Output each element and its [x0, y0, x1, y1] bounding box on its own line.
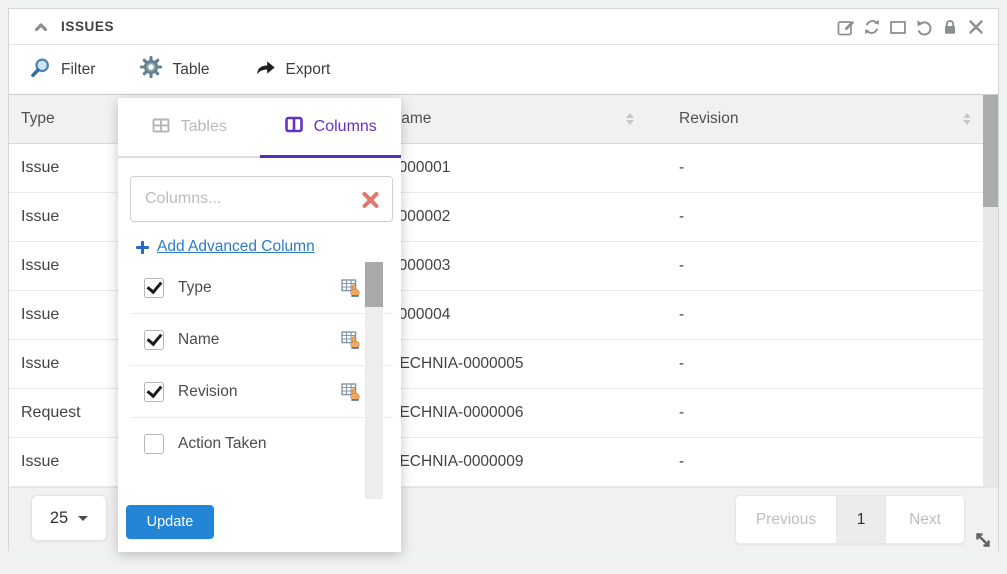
filter-label: Filter — [61, 61, 95, 79]
add-advanced-column-link[interactable]: Add Advanced Column — [136, 238, 393, 256]
issues-panel: ISSUES F — [8, 8, 999, 551]
column-item-label: Name — [178, 331, 219, 349]
export-button[interactable]: Export — [254, 57, 331, 83]
column-list-item: Name — [130, 314, 393, 366]
filter-button[interactable]: Filter — [29, 56, 95, 84]
cell-name: TECHNIA-0000006 — [373, 404, 661, 422]
popup-tabs: Tables Columns — [118, 98, 401, 158]
columns-icon — [284, 114, 304, 139]
tab-columns-label: Columns — [314, 118, 377, 136]
cell-revision: - — [661, 404, 983, 422]
resize-handle-icon[interactable] — [971, 528, 995, 552]
clear-search-icon[interactable] — [360, 189, 381, 210]
pagination: Previous 1 Next — [735, 495, 965, 544]
table-scrollbar[interactable] — [983, 95, 998, 487]
cell-revision: - — [661, 159, 983, 177]
previous-page-button[interactable]: Previous — [736, 496, 837, 543]
cell-revision: - — [661, 257, 983, 275]
sort-icon — [626, 113, 634, 125]
table-label: Table — [172, 61, 209, 79]
tab-tables[interactable]: Tables — [118, 98, 260, 158]
cell-revision: - — [661, 208, 983, 226]
cell-name: 0000001 — [373, 159, 661, 177]
column-header-name[interactable]: Name — [373, 95, 661, 143]
popup-body: Add Advanced Column Type Name — [118, 158, 401, 500]
cell-revision: - — [661, 355, 983, 373]
titlebar-icon-group — [835, 16, 986, 37]
lock-icon[interactable] — [939, 16, 960, 37]
table-toolbar: Filter — [9, 45, 998, 95]
column-item-label: Type — [178, 279, 212, 297]
table-click-icon[interactable] — [341, 278, 361, 298]
column-list-scrollbar[interactable] — [365, 262, 383, 499]
column-search-input[interactable] — [130, 176, 393, 222]
column-checkbox[interactable] — [144, 434, 164, 454]
column-list-scrollbar-thumb[interactable] — [365, 262, 383, 307]
cell-name: 0000004 — [373, 306, 661, 324]
update-button[interactable]: Update — [126, 505, 214, 539]
refresh-icon[interactable] — [861, 16, 882, 37]
column-checkbox[interactable] — [144, 278, 164, 298]
column-checkbox[interactable] — [144, 330, 164, 350]
page-size-select[interactable]: 25 — [31, 495, 107, 541]
cell-revision: - — [661, 306, 983, 324]
column-search — [130, 176, 393, 222]
plus-icon — [136, 241, 149, 254]
panel-title: ISSUES — [61, 19, 114, 34]
cell-name: TECHNIA-0000009 — [373, 453, 661, 471]
close-icon[interactable] — [965, 16, 986, 37]
column-config-popup: Tables Columns Add Advanced Column Type — [118, 98, 401, 552]
panel-titlebar: ISSUES — [9, 9, 998, 45]
table-click-icon[interactable] — [341, 382, 361, 402]
cell-name: TECHNIA-0000005 — [373, 355, 661, 373]
table-click-icon[interactable] — [341, 330, 361, 350]
tab-columns[interactable]: Columns — [260, 98, 402, 158]
tables-icon — [151, 115, 171, 140]
cell-revision: - — [661, 453, 983, 471]
undo-icon[interactable] — [913, 16, 934, 37]
column-list-item: Type — [130, 262, 393, 314]
cell-name: 0000002 — [373, 208, 661, 226]
export-arrow-icon — [254, 57, 277, 83]
collapse-chevron-icon[interactable] — [31, 17, 51, 37]
column-list: Type Name Revision — [130, 262, 393, 500]
gear-icon — [139, 55, 163, 84]
sort-icon — [963, 113, 971, 125]
chevron-down-icon — [78, 516, 88, 521]
search-icon — [29, 56, 52, 84]
page-size-value: 25 — [50, 509, 68, 528]
column-header-revision-label: Revision — [679, 110, 738, 128]
column-item-label: Action Taken — [178, 435, 266, 453]
column-list-item: Revision — [130, 366, 393, 418]
column-item-label: Revision — [178, 383, 237, 401]
next-page-button[interactable]: Next — [886, 496, 964, 543]
table-settings-button[interactable]: Table — [139, 55, 209, 84]
table-scrollbar-thumb[interactable] — [983, 95, 998, 207]
add-advanced-column-label: Add Advanced Column — [157, 238, 315, 256]
current-page-button[interactable]: 1 — [837, 496, 886, 543]
export-label: Export — [286, 61, 331, 79]
cell-name: 0000003 — [373, 257, 661, 275]
column-list-item: Action Taken — [130, 418, 393, 470]
column-header-type-label: Type — [21, 110, 55, 128]
column-checkbox[interactable] — [144, 382, 164, 402]
tab-tables-label: Tables — [181, 118, 227, 136]
maximize-icon[interactable] — [887, 16, 908, 37]
column-header-revision[interactable]: Revision — [661, 95, 983, 143]
edit-icon[interactable] — [835, 16, 856, 37]
